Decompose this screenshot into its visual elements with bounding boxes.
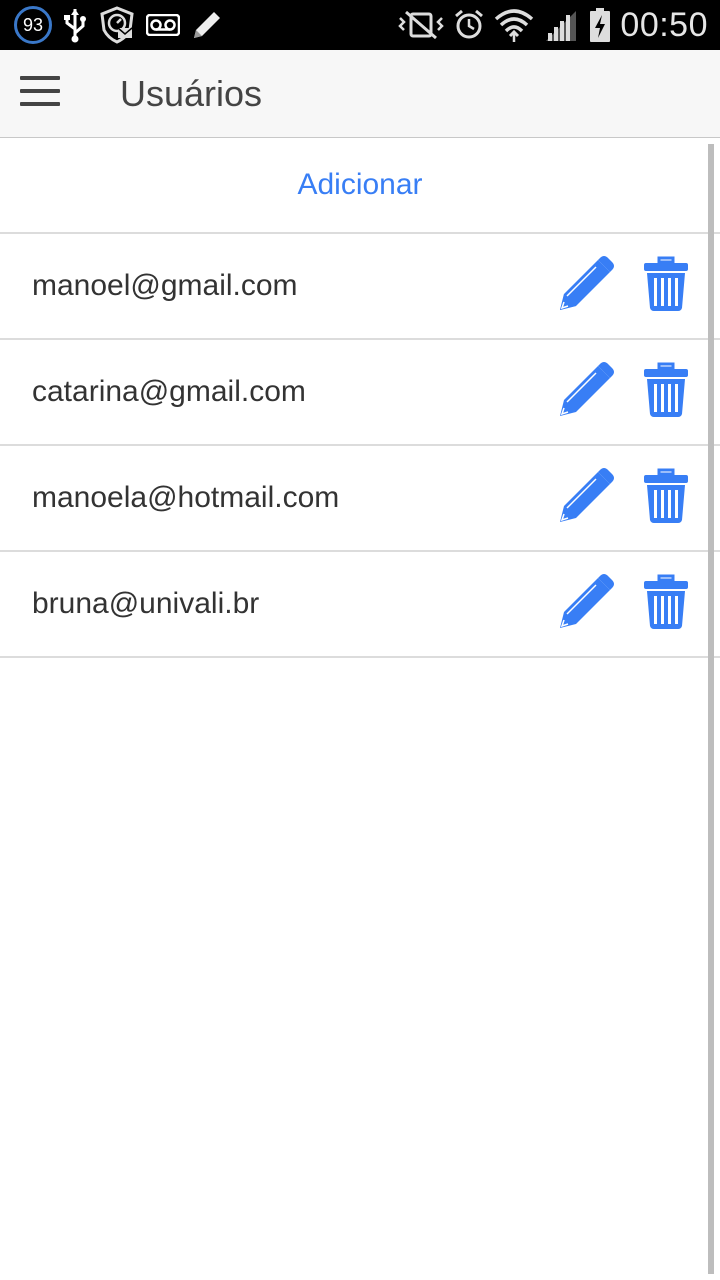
- status-time: 00:50: [620, 5, 708, 44]
- menu-line: [20, 102, 60, 106]
- voicemail-icon: [146, 0, 180, 50]
- content: Adicionar manoel@gmail.com catarina@gmai…: [0, 138, 720, 1280]
- status-bar-left: 93: [14, 0, 234, 50]
- edit-icon[interactable]: [556, 572, 616, 632]
- status-bar: 93 00:50: [0, 0, 720, 50]
- user-email: manoel@gmail.com: [32, 269, 298, 302]
- wifi-icon: [494, 0, 534, 50]
- app-bar: Usuários: [0, 50, 720, 138]
- add-user-button[interactable]: Adicionar: [0, 138, 720, 234]
- menu-line: [20, 89, 60, 93]
- hamburger-menu-icon[interactable]: [20, 74, 60, 114]
- trash-icon[interactable]: [642, 362, 690, 418]
- list-item[interactable]: manoel@gmail.com: [0, 234, 720, 340]
- edit-icon[interactable]: [556, 254, 616, 314]
- shield-mail-icon: [98, 0, 136, 50]
- user-email: bruna@univali.br: [32, 587, 260, 620]
- alarm-icon: [454, 0, 484, 50]
- trash-icon[interactable]: [642, 574, 690, 630]
- edit-icon[interactable]: [556, 466, 616, 526]
- notification-count: 93: [14, 6, 52, 44]
- page-title: Usuários: [120, 73, 263, 114]
- list-item[interactable]: bruna@univali.br: [0, 552, 720, 658]
- list-item[interactable]: catarina@gmail.com: [0, 340, 720, 446]
- edit-icon[interactable]: [556, 360, 616, 420]
- usb-icon: [62, 0, 88, 50]
- menu-line: [20, 76, 60, 80]
- battery-charging-icon: [588, 0, 612, 50]
- list-item[interactable]: manoela@hotmail.com: [0, 446, 720, 552]
- user-email: manoela@hotmail.com: [32, 481, 340, 514]
- vibrate-off-icon: [398, 0, 445, 50]
- trash-icon[interactable]: [642, 468, 690, 524]
- add-user-label: Adicionar: [297, 168, 423, 201]
- trash-icon[interactable]: [642, 256, 690, 312]
- pencil-notification-icon: [190, 0, 224, 50]
- signal-icon: [544, 0, 578, 50]
- user-email: catarina@gmail.com: [32, 375, 306, 408]
- empty-list-area: [0, 658, 720, 1280]
- notification-count-icon: 93: [14, 0, 52, 50]
- scrollbar[interactable]: [708, 144, 714, 1274]
- status-bar-right: 00:50: [388, 0, 708, 50]
